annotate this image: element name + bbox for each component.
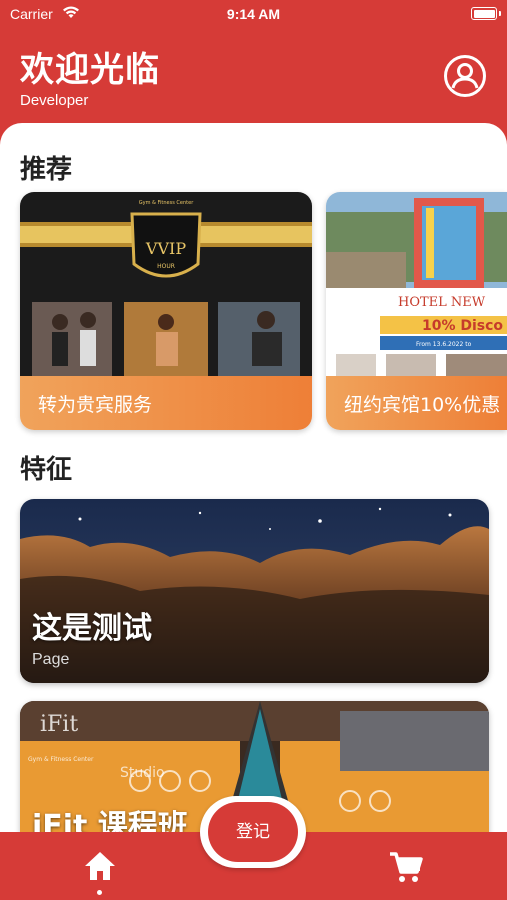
recommended-card-label: 转为贵宾服务 <box>38 394 153 416</box>
battery-tip <box>499 11 501 16</box>
ifit-logo-text: iFit <box>40 712 78 737</box>
page-title: 欢迎光临 <box>20 50 160 90</box>
vvip-text: VVIP <box>145 239 186 258</box>
status-bar: Carrier 9:14 AM <box>0 0 507 30</box>
register-button[interactable]: 登记 <box>208 802 298 862</box>
card-label-bar: 转为贵宾服务 <box>20 376 312 430</box>
home-icon[interactable] <box>83 850 117 882</box>
date-range-text: From 13.6.2022 to <box>416 341 472 348</box>
app-header: 欢迎光临 Developer <box>0 30 507 125</box>
recommended-card-hotel[interactable]: HOTEL NEW 10% Disco From 13.6.2022 to 纽约… <box>326 192 507 430</box>
card-label-bar: 纽约宾馆10%优惠 <box>326 376 507 430</box>
recommended-card-vvip[interactable]: VVIP HOUR Gym & Fitness Center 转为贵宾服务 <box>20 192 312 430</box>
gym-caption-text: Gym & Fitness Center <box>139 200 194 206</box>
hour-text: HOUR <box>157 263 175 270</box>
recommended-card-label: 纽约宾馆10%优惠 <box>344 394 501 416</box>
user-role-label: Developer <box>20 92 89 109</box>
studio-text: Studio <box>120 765 165 781</box>
section-title-recommended: 推荐 <box>20 155 73 185</box>
main-content[interactable]: 推荐 VVIP HOUR Gym & Fitness Center 转为贵宾服务 <box>0 123 507 843</box>
vvip-promo-image: VVIP HOUR Gym & Fitness Center <box>20 192 312 376</box>
featured-card-title: 这是测试 <box>32 611 152 646</box>
discount-text: 10% Disco <box>422 318 503 334</box>
hotel-name-text: HOTEL NEW <box>398 295 486 310</box>
gym-caption-text: Gym & Fitness Center <box>28 756 94 763</box>
battery-icon <box>471 7 497 20</box>
cart-icon[interactable] <box>388 850 424 884</box>
clock: 9:14 AM <box>226 6 281 22</box>
user-profile-icon[interactable] <box>443 54 487 98</box>
active-tab-indicator <box>97 890 102 895</box>
section-title-featured: 特征 <box>20 455 73 485</box>
hotel-promo-image: HOTEL NEW 10% Disco From 13.6.2022 to <box>326 192 507 376</box>
nebula-image <box>20 499 489 683</box>
featured-card-test[interactable]: 这是测试 Page <box>20 499 489 683</box>
featured-card-subtitle: Page <box>32 651 70 668</box>
